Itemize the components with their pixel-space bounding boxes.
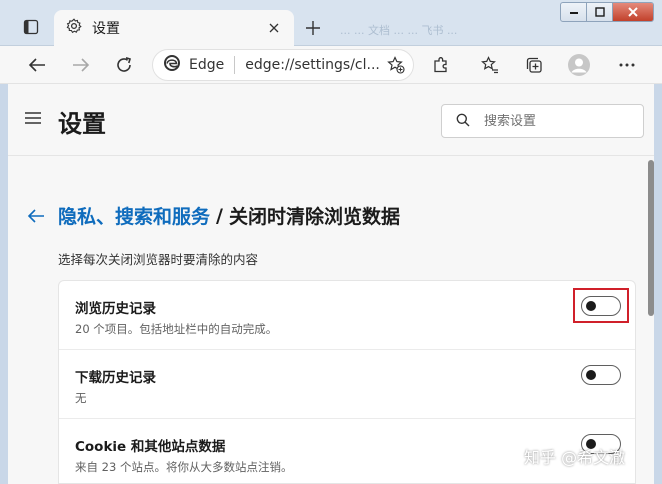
toggle-switch[interactable]: [581, 365, 621, 385]
tab-title: 设置: [92, 21, 120, 37]
close-window-icon[interactable]: [613, 3, 653, 21]
search-icon: [456, 112, 470, 131]
scrollbar[interactable]: [646, 160, 654, 484]
toggle-knob: [586, 301, 596, 311]
more-options-icon[interactable]: [612, 50, 642, 80]
toggle-switch[interactable]: [581, 296, 621, 316]
maximize-icon[interactable]: [587, 3, 613, 21]
page-title: 设置: [58, 110, 106, 138]
refresh-button[interactable]: [109, 50, 139, 80]
back-button[interactable]: [22, 50, 52, 80]
gear-icon: [66, 18, 82, 38]
search-input[interactable]: [484, 113, 624, 129]
settings-page: 设置 隐私、搜索和服务 / 关闭时清除浏览数据 选择每次关闭浏览器时要清除的内容…: [8, 84, 654, 484]
address-bar[interactable]: Edge edge://settings/cl...: [152, 49, 414, 81]
item-description: 20 个项目。包括地址栏中的自动完成。: [75, 322, 278, 336]
back-arrow-icon[interactable]: [26, 206, 46, 226]
item-title: 下载历史记录: [75, 370, 156, 386]
title-bar: 设置 ... ... 文档 ... ... 飞书 ...: [0, 0, 662, 46]
background-tabs: ... ... 文档 ... ... 飞书 ...: [340, 24, 458, 37]
address-site-label: Edge: [189, 57, 225, 73]
scrollbar-thumb[interactable]: [648, 160, 654, 316]
window-controls: [560, 2, 654, 22]
tab-settings[interactable]: 设置: [54, 10, 294, 46]
settings-header: 设置: [8, 84, 654, 156]
tab-actions-icon[interactable]: [14, 12, 48, 42]
item-title: 浏览历史记录: [75, 301, 156, 317]
address-divider: [234, 56, 236, 74]
address-url[interactable]: edge://settings/cl...: [245, 57, 380, 73]
minimize-icon[interactable]: [561, 3, 587, 21]
extensions-icon[interactable]: [426, 50, 456, 80]
toggle-knob: [586, 370, 596, 380]
menu-icon[interactable]: [24, 110, 46, 130]
breadcrumb-separator: /: [216, 204, 223, 227]
add-favorite-icon[interactable]: [387, 56, 405, 78]
item-description: 来自 23 个站点。将你从大多数站点注销。: [75, 460, 293, 474]
section-subtitle: 选择每次关闭浏览器时要清除的内容: [58, 252, 259, 267]
breadcrumb: 隐私、搜索和服务 / 关闭时清除浏览数据: [26, 202, 400, 229]
browser-toolbar: Edge edge://settings/cl...: [0, 46, 662, 84]
item-title: Cookie 和其他站点数据: [75, 439, 226, 455]
list-item: 下载历史记录 无: [59, 350, 635, 419]
collections-icon[interactable]: [519, 50, 549, 80]
breadcrumb-current: 关闭时清除浏览数据: [228, 206, 400, 228]
forward-button[interactable]: [66, 50, 96, 80]
breadcrumb-parent-link[interactable]: 隐私、搜索和服务: [58, 202, 210, 229]
watermark: 知乎 @希文澈: [524, 448, 626, 467]
list-item: 浏览历史记录 20 个项目。包括地址栏中的自动完成。: [59, 281, 635, 350]
favorites-icon[interactable]: [475, 50, 505, 80]
close-tab-icon[interactable]: [264, 18, 284, 38]
edge-logo-icon: [163, 54, 181, 76]
profile-avatar-icon[interactable]: [564, 50, 594, 80]
new-tab-button[interactable]: [298, 14, 328, 42]
item-description: 无: [75, 391, 87, 405]
search-box[interactable]: [441, 104, 644, 138]
